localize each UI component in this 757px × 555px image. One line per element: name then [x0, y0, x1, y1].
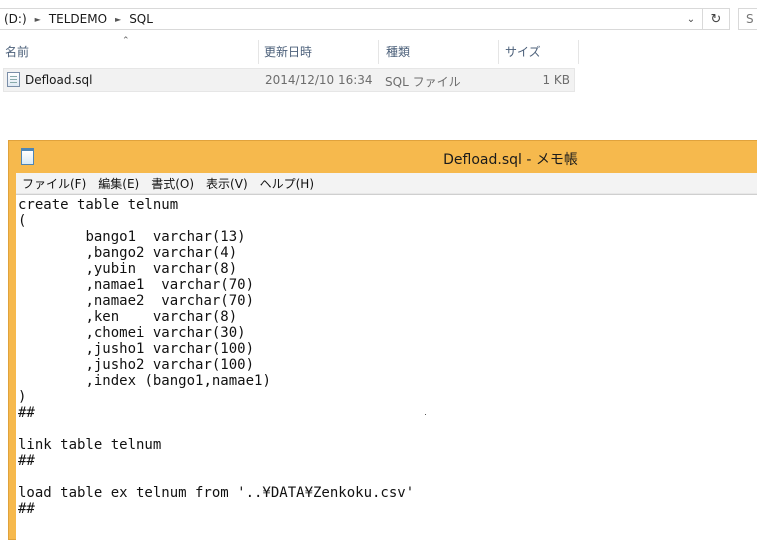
menu-file[interactable]: ファイル(F) — [16, 175, 92, 192]
breadcrumb-drive[interactable]: (D:) — [0, 12, 31, 26]
text-editor[interactable]: create table telnum ( bango1 varchar(13)… — [16, 194, 757, 555]
menu-format[interactable]: 書式(O) — [145, 175, 200, 192]
column-header-row: ⌃ 名前 更新日時 種類 サイズ — [0, 36, 580, 66]
column-divider[interactable] — [258, 40, 259, 64]
address-bar[interactable]: (D:) ► TELDEMO ► SQL ⌄ ↻ — [0, 8, 730, 30]
menu-bar: ファイル(F) 編集(E) 書式(O) 表示(V) ヘルプ(H) — [16, 173, 757, 194]
stray-pixel — [425, 414, 426, 415]
sql-file-icon — [7, 72, 20, 87]
chevron-down-icon[interactable]: ⌄ — [681, 9, 701, 29]
menu-view[interactable]: 表示(V) — [200, 175, 254, 192]
menu-edit[interactable]: 編集(E) — [92, 175, 145, 192]
column-divider[interactable] — [578, 40, 579, 64]
chevron-right-icon[interactable]: ► — [111, 15, 125, 24]
column-divider[interactable] — [378, 40, 379, 64]
column-name[interactable]: 名前 — [5, 43, 29, 60]
breadcrumb-sql[interactable]: SQL — [125, 12, 157, 26]
column-divider[interactable] — [498, 40, 499, 64]
menu-help[interactable]: ヘルプ(H) — [254, 175, 320, 192]
file-type: SQL ファイル — [385, 75, 461, 89]
column-size[interactable]: サイズ — [505, 43, 541, 60]
sort-ascending-icon: ⌃ — [122, 36, 130, 46]
column-type[interactable]: 種類 — [386, 43, 410, 60]
column-modified[interactable]: 更新日時 — [264, 43, 312, 60]
file-name: Defload.sql — [25, 73, 93, 87]
breadcrumb-teldemo[interactable]: TELDEMO — [45, 12, 111, 26]
editor-content[interactable]: create table telnum ( bango1 varchar(13)… — [16, 195, 757, 517]
refresh-icon[interactable]: ↻ — [702, 8, 729, 30]
file-modified: 2014/12/10 16:34 — [265, 73, 373, 87]
search-input[interactable]: S — [738, 8, 757, 30]
chevron-right-icon[interactable]: ► — [31, 15, 45, 24]
notepad-window: Defload.sql - メモ帳 ファイル(F) 編集(E) 書式(O) 表示… — [8, 140, 757, 555]
file-row[interactable]: Defload.sql 2014/12/10 16:34 SQL ファイル 1 … — [3, 68, 575, 92]
file-size: 1 KB — [542, 73, 570, 87]
title-bar[interactable]: Defload.sql - メモ帳 — [9, 141, 757, 173]
window-title: Defload.sql - メモ帳 — [443, 152, 578, 168]
